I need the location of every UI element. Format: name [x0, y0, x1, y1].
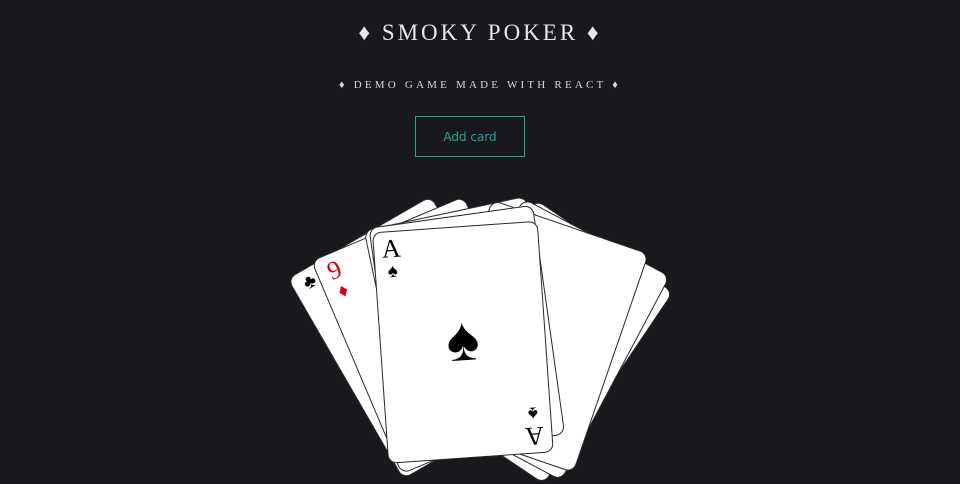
- spade-icon: ♠: [387, 260, 399, 283]
- card-corner-top: A ♠: [379, 233, 404, 283]
- playing-card-ace-of-spades[interactable]: A ♠ ♠ A ♠: [372, 220, 554, 464]
- card-rank: A: [524, 420, 546, 452]
- card-rank: A: [380, 233, 402, 264]
- card-hand: ♣ ♣ 9 ♦ 6 ♥ ♣ ♥ 7 ♣: [0, 0, 960, 484]
- spade-icon: ♠: [443, 305, 482, 376]
- card-corner-bottom: A ♠: [521, 402, 546, 452]
